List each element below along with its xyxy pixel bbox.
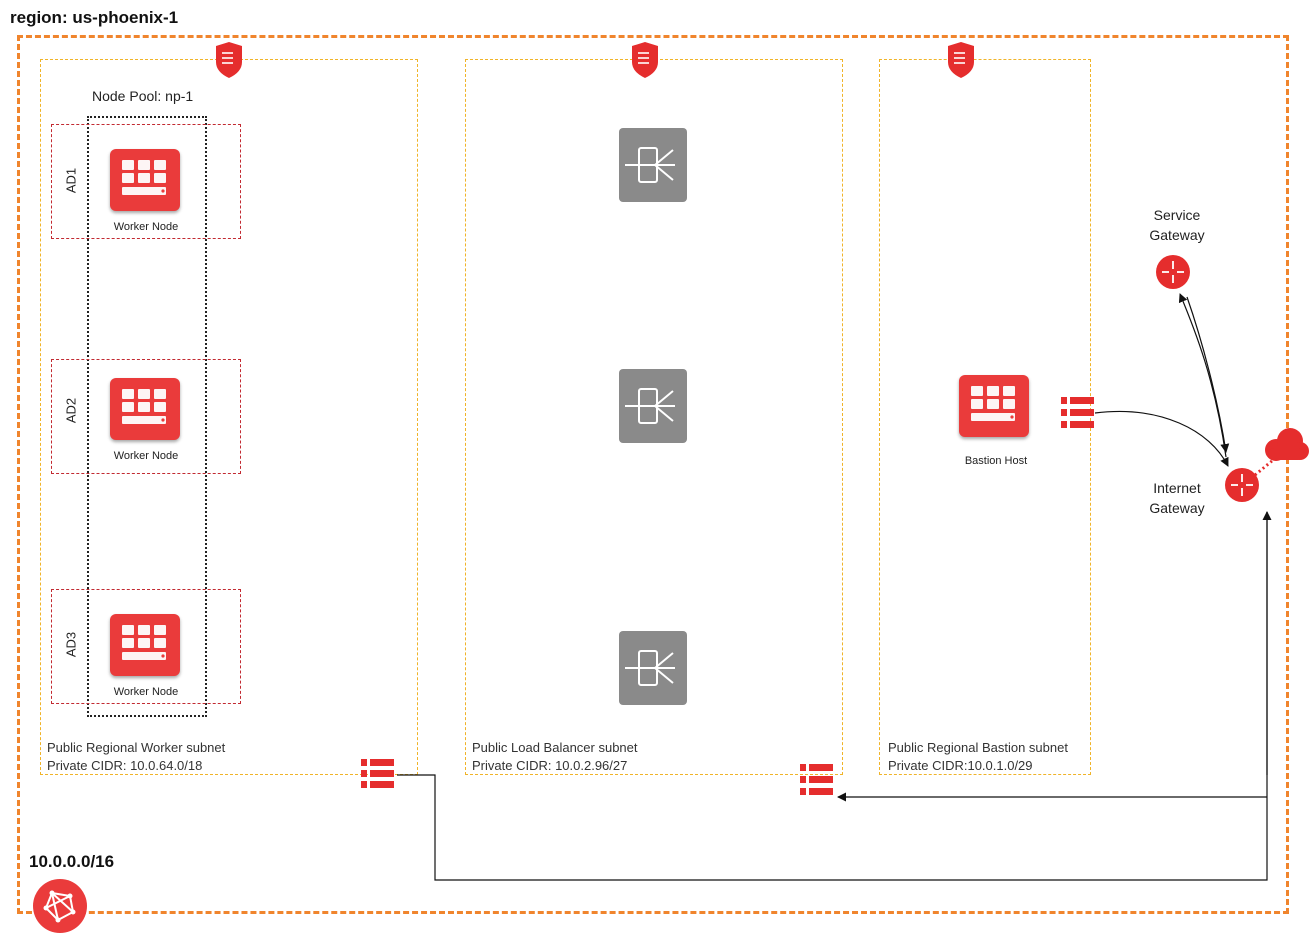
service-gateway-line2: Gateway xyxy=(1149,227,1205,243)
internet-gateway-line1: Internet xyxy=(1153,480,1201,496)
internet-cloud-icon xyxy=(1265,428,1309,461)
internet-gateway-label: Internet Gateway xyxy=(1127,478,1227,518)
route-table-icon xyxy=(800,764,833,795)
internet-gateway-icon xyxy=(1225,468,1259,502)
network-connectors xyxy=(361,255,1309,881)
service-gateway-label: Service Gateway xyxy=(1127,205,1227,245)
service-gateway-line1: Service xyxy=(1153,207,1201,223)
route-table-icon xyxy=(1061,397,1094,428)
internet-gateway-line2: Gateway xyxy=(1149,500,1205,516)
route-table-icon xyxy=(361,759,394,788)
service-gateway-icon xyxy=(1156,255,1190,289)
